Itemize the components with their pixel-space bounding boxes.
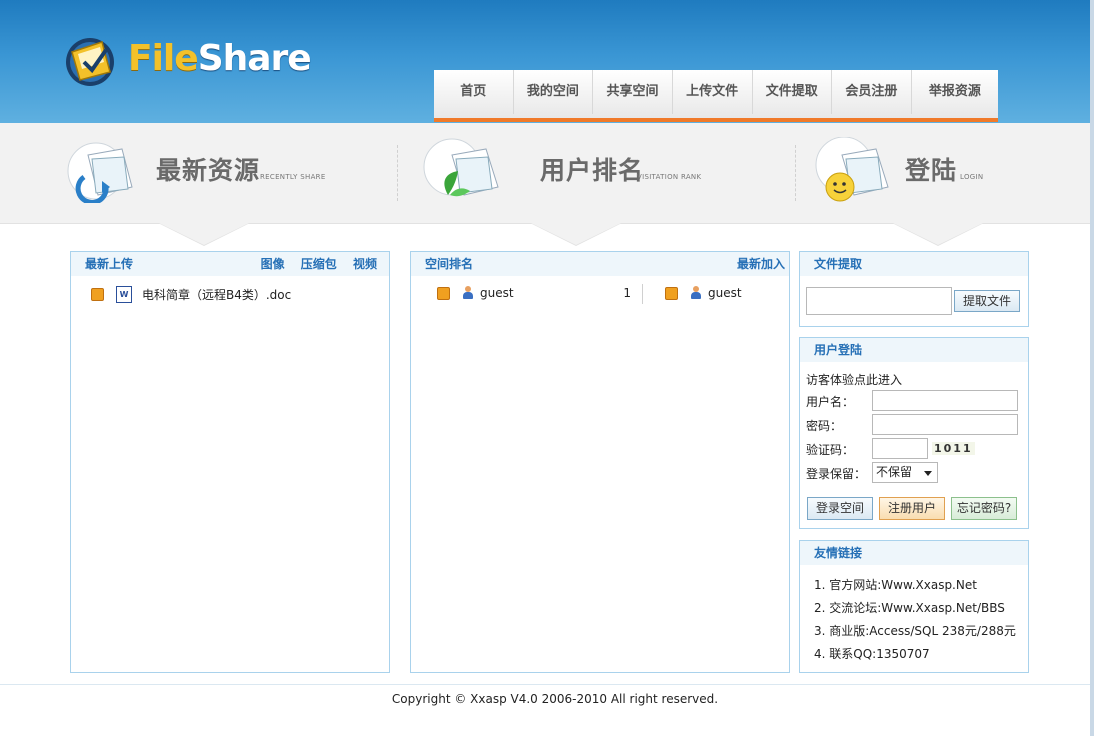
page-scrollbar[interactable]	[1090, 0, 1094, 736]
nav-my-space[interactable]: 我的空间	[514, 70, 594, 114]
site-logo[interactable]: FileShare	[62, 32, 312, 92]
latest-uploads-panel: 最新上传 图像 压缩包 视频 W 电科简章（远程B4类）.doc	[70, 251, 390, 673]
latest-uploads-header: 最新上传 图像 压缩包 视频	[71, 252, 389, 276]
band-divider	[795, 145, 796, 201]
file-extract-panel: 文件提取 提取文件	[799, 251, 1029, 327]
rank-user-count: 1	[623, 286, 631, 300]
rank-divider	[642, 284, 643, 304]
extract-code-input[interactable]	[806, 287, 952, 315]
recent-folder-icon	[67, 142, 133, 203]
filter-archives-link[interactable]: 压缩包	[301, 257, 337, 271]
filter-images-link[interactable]: 图像	[261, 257, 285, 271]
username-input[interactable]	[872, 390, 1018, 411]
logo-wordmark: FileShare	[128, 38, 312, 79]
user-icon	[690, 286, 702, 300]
rank-badge-icon	[665, 286, 678, 300]
keep-login-value: 不保留	[876, 465, 913, 479]
footer-divider	[0, 684, 1090, 685]
user-icon	[462, 286, 474, 300]
banner-notch	[531, 223, 621, 245]
space-rank-panel: 空间排名 最新加入 guest 1 guest	[410, 251, 790, 673]
rank-user-name[interactable]: guest	[480, 286, 514, 300]
band-divider	[397, 145, 398, 201]
file-extract-header: 文件提取	[800, 252, 1028, 276]
banner-notch	[893, 223, 983, 245]
band-sub-recent: RECENTLY SHARE	[260, 173, 326, 181]
captcha-label: 验证码：	[806, 443, 855, 457]
password-input[interactable]	[872, 414, 1018, 435]
newest-joined-link[interactable]: 最新加入	[737, 257, 785, 271]
rank-row[interactable]: guest 1	[437, 286, 631, 300]
keep-login-select[interactable]: 不保留	[872, 462, 938, 483]
band-title-login: 登陆	[905, 156, 958, 185]
chevron-down-icon	[924, 471, 932, 476]
forgot-password-button[interactable]: 忘记密码?	[951, 497, 1017, 520]
list-item[interactable]: W 电科简章（远程B4类）.doc	[91, 286, 291, 303]
band-title-rank: 用户排名	[540, 156, 645, 185]
password-label: 密码：	[806, 419, 843, 433]
friend-link-item[interactable]: 1. 官方网站:Www.Xxasp.Net	[814, 578, 1016, 593]
band-sub-rank: VISITATION RANK	[637, 173, 702, 181]
nav-register[interactable]: 会员注册	[832, 70, 912, 114]
register-button[interactable]: 注册用户	[879, 497, 945, 520]
folder-logo-icon	[66, 38, 114, 86]
nav-shared-space[interactable]: 共享空间	[593, 70, 673, 114]
extract-file-button[interactable]: 提取文件	[954, 290, 1020, 312]
friend-links-list: 1. 官方网站:Www.Xxasp.Net 2. 交流论坛:Www.Xxasp.…	[814, 578, 1016, 662]
nav-extract[interactable]: 文件提取	[753, 70, 833, 114]
file-name-link[interactable]: 电科简章（远程B4类）.doc	[142, 286, 291, 303]
friend-links-header: 友情链接	[800, 541, 1028, 565]
friend-link-item[interactable]: 3. 商业版:Access/SQL 238元/288元	[814, 624, 1016, 639]
rank-badge-icon	[437, 286, 450, 300]
site-header: FileShare 首页 我的空间 共享空间 上传文件 文件提取 会员注册 举报…	[0, 0, 1090, 123]
nav-home[interactable]: 首页	[434, 70, 514, 114]
nav-upload[interactable]: 上传文件	[673, 70, 753, 114]
latest-uploads-title: 最新上传	[85, 257, 134, 271]
captcha-input[interactable]	[872, 438, 928, 459]
keep-login-label: 登录保留：	[806, 467, 867, 481]
friend-link-item[interactable]: 4. 联系QQ:1350707	[814, 647, 1016, 662]
rank-badge-icon	[91, 288, 104, 301]
login-button[interactable]: 登录空间	[807, 497, 873, 520]
friend-link-item[interactable]: 2. 交流论坛:Www.Xxasp.Net/BBS	[814, 601, 1016, 616]
band-title-recent: 最新资源	[156, 156, 261, 185]
space-rank-title: 空间排名	[425, 257, 474, 271]
rank-folder-icon	[423, 138, 499, 197]
username-label: 用户名：	[806, 395, 855, 409]
banner-notch	[159, 223, 249, 245]
band-sub-login: LOGIN	[960, 173, 984, 181]
space-rank-header: 空间排名 最新加入	[411, 252, 789, 276]
newest-user-row[interactable]: guest	[665, 286, 742, 300]
newest-user-name[interactable]: guest	[708, 286, 742, 300]
footer-copyright: Copyright © Xxasp V4.0 2006-2010 All rig…	[391, 692, 719, 706]
guest-access-link[interactable]: 访客体验点此进入	[806, 371, 902, 388]
friend-links-panel: 友情链接 1. 官方网站:Www.Xxasp.Net 2. 交流论坛:Www.X…	[799, 540, 1029, 673]
section-banner: 最新资源 RECENTLY SHARE 用户排名 VISITATION RANK…	[0, 123, 1090, 246]
user-login-header: 用户登陆	[800, 338, 1028, 362]
main-nav: 首页 我的空间 共享空间 上传文件 文件提取 会员注册 举报资源	[434, 70, 998, 122]
user-login-panel: 用户登陆 访客体验点此进入 用户名： 密码： 验证码： 1011 登录保留： 不…	[799, 337, 1029, 529]
word-doc-icon: W	[116, 286, 132, 303]
filter-videos-link[interactable]: 视频	[353, 257, 377, 271]
nav-report[interactable]: 举报资源	[912, 70, 998, 114]
captcha-image[interactable]: 1011	[932, 442, 975, 455]
login-folder-icon	[815, 137, 889, 202]
